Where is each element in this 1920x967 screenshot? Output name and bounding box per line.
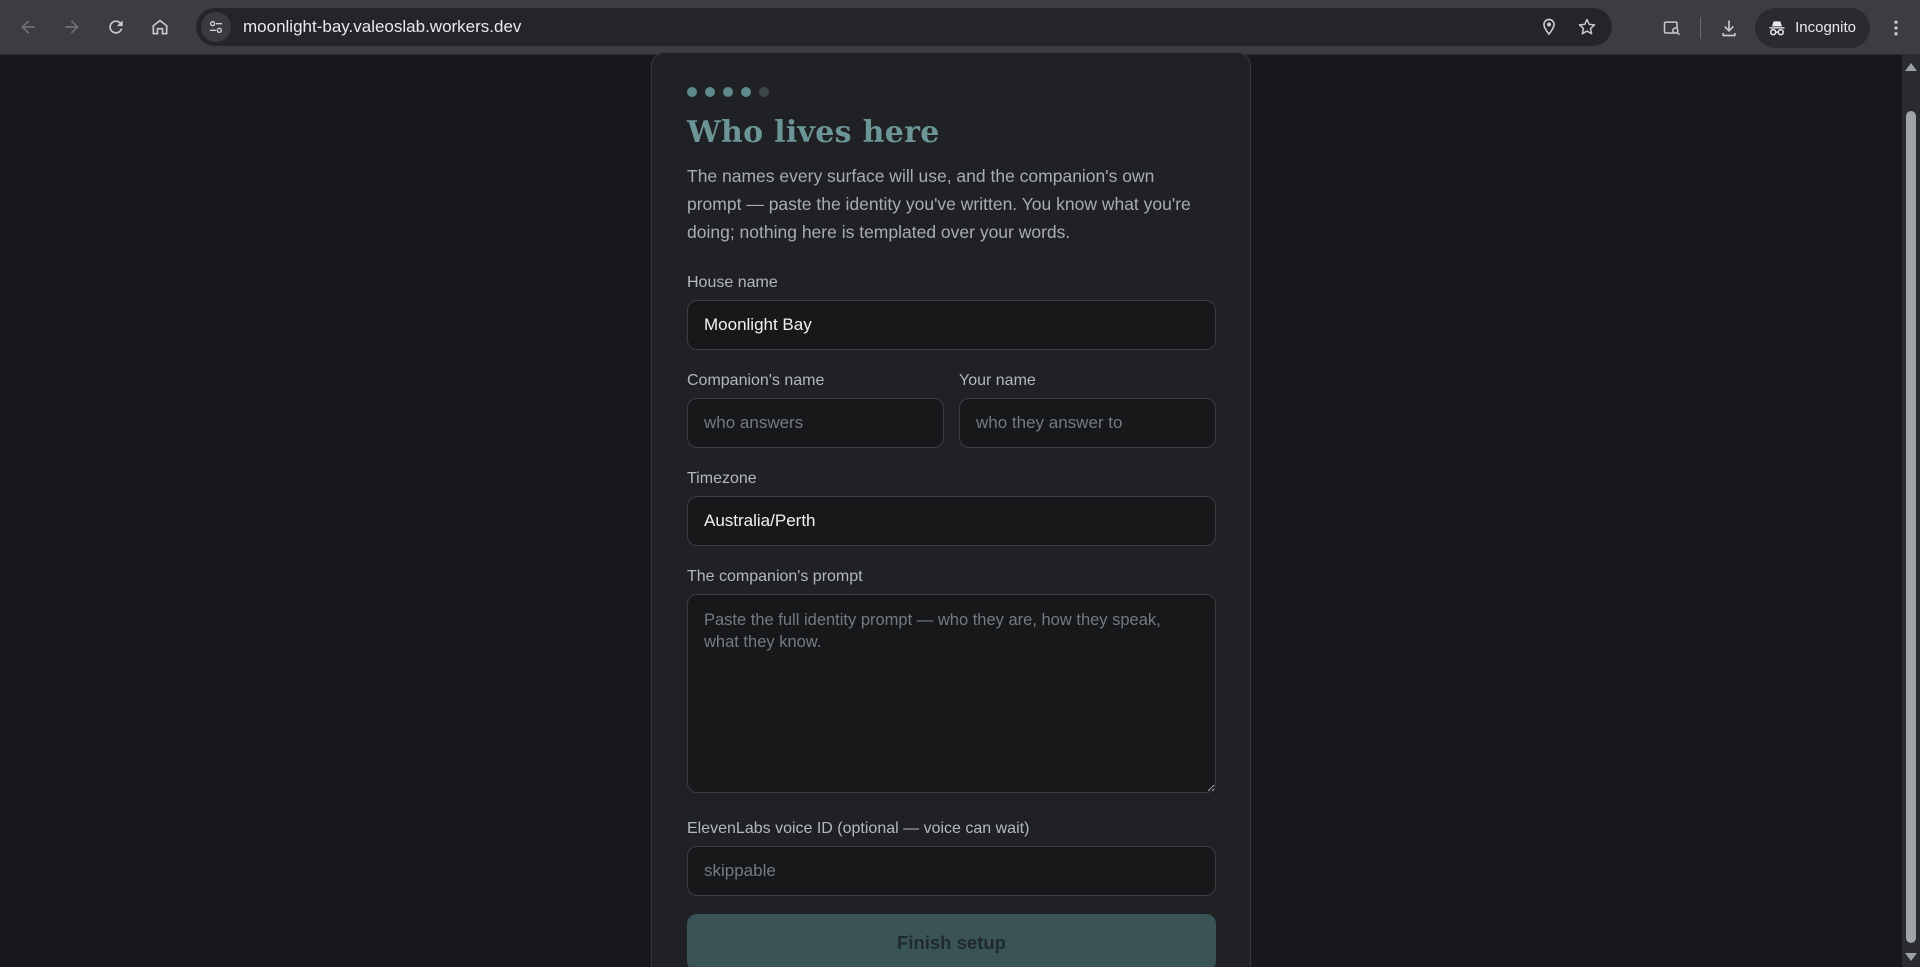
step-dot-3	[723, 87, 733, 97]
search-tabs-button[interactable]	[1652, 8, 1692, 48]
toolbar-separator	[1700, 16, 1702, 39]
tab-search-icon	[1663, 20, 1681, 35]
page-scrollbar[interactable]	[1902, 55, 1920, 967]
your-name-label: Your name	[959, 372, 1036, 389]
prompt-label: The companion's prompt	[687, 568, 863, 585]
finish-setup-button[interactable]: Finish setup	[687, 914, 1216, 967]
timezone-field: Timezone	[687, 470, 1216, 546]
step-dot-1	[687, 87, 697, 97]
tune-icon	[210, 20, 222, 33]
home-icon	[152, 19, 168, 35]
address-bar[interactable]: moonlight-bay.valeoslab.workers.dev	[196, 8, 1612, 46]
back-button[interactable]	[10, 9, 46, 45]
scroll-thumb[interactable]	[1906, 111, 1916, 943]
step-indicator	[687, 87, 1215, 97]
arrow-right-icon	[65, 20, 79, 34]
star-icon	[1578, 18, 1596, 35]
more-vertical-icon	[1894, 20, 1898, 35]
incognito-badge[interactable]: Incognito	[1755, 7, 1870, 48]
arrow-left-icon	[21, 20, 35, 34]
your-name-input[interactable]	[959, 398, 1216, 448]
prompt-field: The companion's prompt	[687, 568, 1216, 798]
browser-menu-button[interactable]	[1876, 8, 1916, 48]
reload-button[interactable]	[98, 9, 134, 45]
browser-toolbar: moonlight-bay.valeoslab.workers.dev Inco…	[0, 0, 1920, 55]
your-name-field: Your name	[959, 372, 1216, 448]
url-text[interactable]: moonlight-bay.valeoslab.workers.dev	[243, 17, 521, 37]
voice-id-label: ElevenLabs voice ID (optional — voice ca…	[687, 820, 1030, 837]
bookmark-button[interactable]	[1572, 12, 1602, 42]
download-icon	[1722, 20, 1736, 36]
step-dot-2	[705, 87, 715, 97]
scroll-up-arrow-icon[interactable]	[1905, 63, 1917, 71]
voice-id-input[interactable]	[687, 846, 1216, 896]
names-row: Companion's name Your name	[687, 372, 1216, 448]
reload-icon	[109, 20, 123, 34]
location-button[interactable]	[1534, 12, 1564, 42]
location-pin-icon	[1543, 18, 1555, 36]
setup-card: Who lives here The names every surface w…	[651, 52, 1251, 967]
companion-name-label: Companion's name	[687, 372, 825, 389]
site-info-button[interactable]	[201, 12, 231, 42]
companion-name-field: Companion's name	[687, 372, 944, 448]
timezone-input[interactable]	[687, 496, 1216, 546]
scroll-down-arrow-icon[interactable]	[1905, 953, 1917, 961]
voice-id-field: ElevenLabs voice ID (optional — voice ca…	[687, 820, 1216, 896]
timezone-label: Timezone	[687, 470, 757, 487]
incognito-label: Incognito	[1795, 19, 1856, 36]
forward-button[interactable]	[54, 9, 90, 45]
downloads-button[interactable]	[1709, 8, 1749, 48]
step-dot-4	[741, 87, 751, 97]
home-button[interactable]	[142, 9, 178, 45]
prompt-textarea[interactable]	[687, 594, 1216, 793]
step-dot-5	[759, 87, 769, 97]
house-name-input[interactable]	[687, 300, 1216, 350]
companion-name-input[interactable]	[687, 398, 944, 448]
page-title: Who lives here	[687, 115, 940, 150]
house-name-field: House name	[687, 274, 1216, 350]
page-description: The names every surface will use, and th…	[687, 166, 1191, 242]
house-name-label: House name	[687, 274, 778, 291]
incognito-icon	[1769, 20, 1785, 35]
